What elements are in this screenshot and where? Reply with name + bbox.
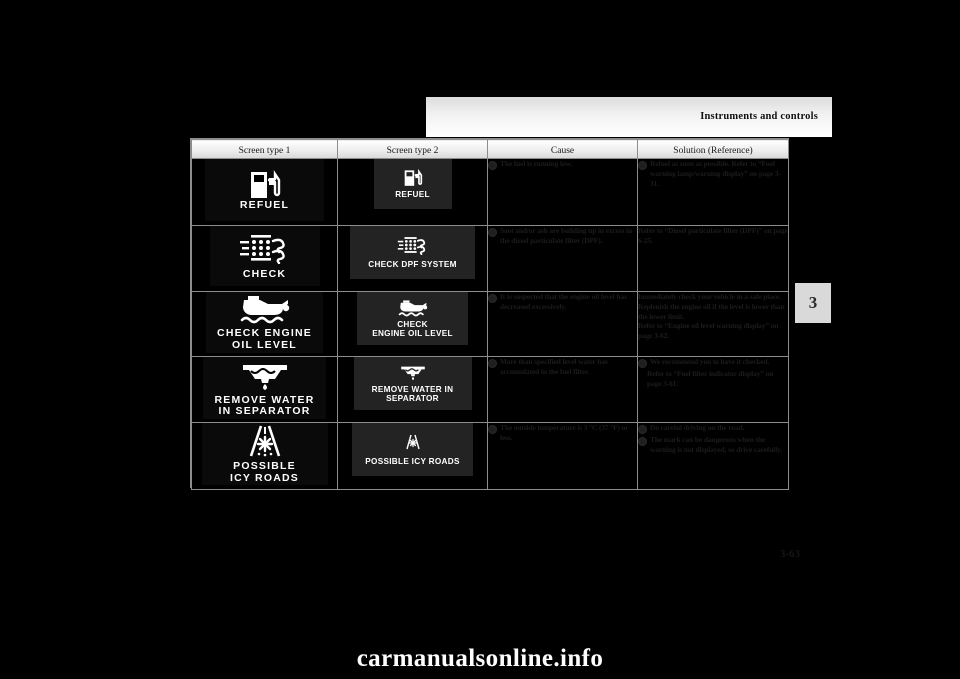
- cell-cause: More than specified level water has accu…: [487, 356, 638, 423]
- cell-screen-type-2: CHECK DPF SYSTEM: [337, 225, 488, 292]
- column-header-label: Solution (Reference): [673, 146, 753, 156]
- cell-screen-type-2: CHECK ENGINE OIL LEVEL: [337, 291, 488, 357]
- cause-text: Soot and/or ash are building up in exces…: [500, 226, 633, 245]
- cause-item: More than specified level water has accu…: [488, 357, 637, 377]
- cause-text: More than specified level water has accu…: [500, 357, 608, 376]
- table-row: REMOVE WATER IN SEPARATOR REMOVE WATER I…: [191, 356, 789, 423]
- table-row: CHECK CHECK DPF SYSTEM Soot and/or ash a…: [191, 225, 789, 292]
- icy-road-snowflake-icon: [243, 424, 287, 458]
- cause-text: The outside temperature is 3 °C (37 °F) …: [500, 423, 629, 442]
- screen1-label: REFUEL: [239, 199, 290, 212]
- column-header-screen-type-1: Screen type 1: [191, 139, 338, 159]
- solution-item: Refuel as soon as possible. Refer to “Fu…: [638, 159, 788, 188]
- cause-text: It is suspected that the engine oil leve…: [500, 292, 627, 311]
- dpf-filter-icon: [237, 232, 293, 264]
- solution-text: The mark can be dangerous when the warni…: [650, 435, 783, 454]
- oil-can-level-icon: [395, 299, 431, 317]
- bullet-icon: [638, 359, 647, 368]
- cause-item: It is suspected that the engine oil leve…: [488, 292, 637, 312]
- solution-text: Refuel as soon as possible. Refer to “Fu…: [650, 159, 781, 188]
- solution-item: Do careful driving on the road.: [638, 423, 788, 434]
- cause-item: The fuel is running low.: [488, 159, 637, 170]
- cause-text: The fuel is running low.: [500, 159, 573, 168]
- bullet-icon: [488, 359, 497, 368]
- cell-cause: It is suspected that the engine oil leve…: [487, 291, 638, 357]
- screen2-label: POSSIBLE ICY ROADS: [365, 456, 460, 466]
- screen2-label: CHECK ENGINE OIL LEVEL: [372, 319, 453, 338]
- column-header-label: Cause: [550, 146, 575, 156]
- water-separator-icon: [237, 359, 293, 391]
- table-row: POSSIBLE ICY ROADS POSSIBLE ICY ROADS Th…: [191, 422, 789, 490]
- chapter-tab-3: 3: [795, 283, 831, 323]
- cell-solution: Refuel as soon as possible. Refer to “Fu…: [637, 158, 789, 226]
- dpf-filter-icon: [396, 235, 430, 256]
- chapter-tab-number: 3: [808, 293, 818, 312]
- cell-screen-type-2: REMOVE WATER IN SEPARATOR: [337, 356, 488, 423]
- solution-text: Refer to “Diesel particulate filter (DPF…: [638, 226, 788, 245]
- bullet-icon: [488, 161, 497, 170]
- screen1-label: CHECK ENGINE OIL LEVEL: [217, 327, 312, 351]
- fuel-pump-icon: [247, 168, 283, 200]
- solution-text: We recommend you to have it checked.: [650, 357, 770, 366]
- cell-cause: Soot and/or ash are building up in exces…: [487, 225, 638, 292]
- screen2-label: REMOVE WATER IN SEPARATOR: [371, 385, 454, 403]
- screen1-label: POSSIBLE ICY ROADS: [230, 460, 299, 484]
- bullet-icon: [638, 425, 647, 434]
- screen1-label: REMOVE WATER IN SEPARATOR: [214, 393, 315, 417]
- cell-solution: Immediately check your vehicle in a safe…: [637, 291, 789, 357]
- screen2-label: CHECK DPF SYSTEM: [368, 260, 457, 270]
- cell-solution: Refer to “Diesel particulate filter (DPF…: [637, 225, 789, 292]
- oil-can-level-icon: [234, 294, 296, 324]
- site-watermark: carmanualsonline.info: [356, 645, 604, 672]
- solution-item: We recommend you to have it checked.: [638, 357, 788, 368]
- column-header-screen-type-2: Screen type 2: [337, 139, 488, 159]
- cell-cause: The fuel is running low.: [487, 158, 638, 226]
- solution-reference: Refer to “Fuel filter indicator display”…: [647, 369, 774, 388]
- cell-screen-type-1: REMOVE WATER IN SEPARATOR: [191, 356, 338, 423]
- table-row: REFUEL REFUEL The fuel is running low. R…: [191, 158, 789, 226]
- page-header-title: Instruments and controls: [700, 111, 818, 122]
- warning-display-table: Screen type 1 Screen type 2 Cause Soluti…: [190, 138, 789, 490]
- bullet-icon: [638, 161, 647, 170]
- column-header-label: Screen type 2: [386, 146, 439, 156]
- screen1-label: CHECK: [242, 267, 287, 280]
- solution-reference: Refer to “Engine oil level warning displ…: [638, 321, 779, 341]
- bullet-icon: [488, 294, 497, 303]
- column-header-cause: Cause: [487, 139, 638, 159]
- cell-screen-type-1: CHECK: [191, 225, 338, 292]
- table-row: CHECK ENGINE OIL LEVEL CHECK ENGINE OIL …: [191, 291, 789, 357]
- screen2-label: REFUEL: [395, 190, 430, 200]
- solution-text: Do careful driving on the road.: [650, 423, 745, 432]
- cell-screen-type-1: REFUEL: [191, 158, 338, 226]
- cell-screen-type-2: POSSIBLE ICY ROADS: [337, 422, 488, 490]
- column-header-label: Screen type 1: [238, 146, 291, 156]
- cell-screen-type-1: POSSIBLE ICY ROADS: [191, 422, 338, 490]
- page-header-band: Instruments and controls: [426, 97, 832, 137]
- table-header-row: Screen type 1 Screen type 2 Cause Soluti…: [191, 139, 789, 159]
- bullet-icon: [488, 425, 497, 434]
- bullet-icon: [488, 228, 497, 237]
- icy-road-snowflake-icon: [402, 433, 424, 452]
- page-number: 3-63: [779, 548, 800, 560]
- cell-solution: Do careful driving on the road. The mark…: [637, 422, 789, 490]
- solution-item: The mark can be dangerous when the warni…: [638, 435, 788, 455]
- solution-text: Immediately check your vehicle in a safe…: [638, 292, 785, 321]
- cell-solution: We recommend you to have it checked. Ref…: [637, 356, 789, 423]
- column-header-solution: Solution (Reference): [637, 139, 789, 159]
- bullet-icon: [638, 437, 647, 446]
- cause-item: The outside temperature is 3 °C (37 °F) …: [488, 423, 637, 443]
- cell-cause: The outside temperature is 3 °C (37 °F) …: [487, 422, 638, 490]
- manual-page: Instruments and controls 3 Screen type 1…: [0, 0, 960, 679]
- cell-screen-type-1: CHECK ENGINE OIL LEVEL: [191, 291, 338, 357]
- fuel-pump-icon: [402, 168, 424, 187]
- cell-screen-type-2: REFUEL: [337, 158, 488, 226]
- cause-item: Soot and/or ash are building up in exces…: [488, 226, 637, 246]
- water-separator-icon: [398, 363, 428, 381]
